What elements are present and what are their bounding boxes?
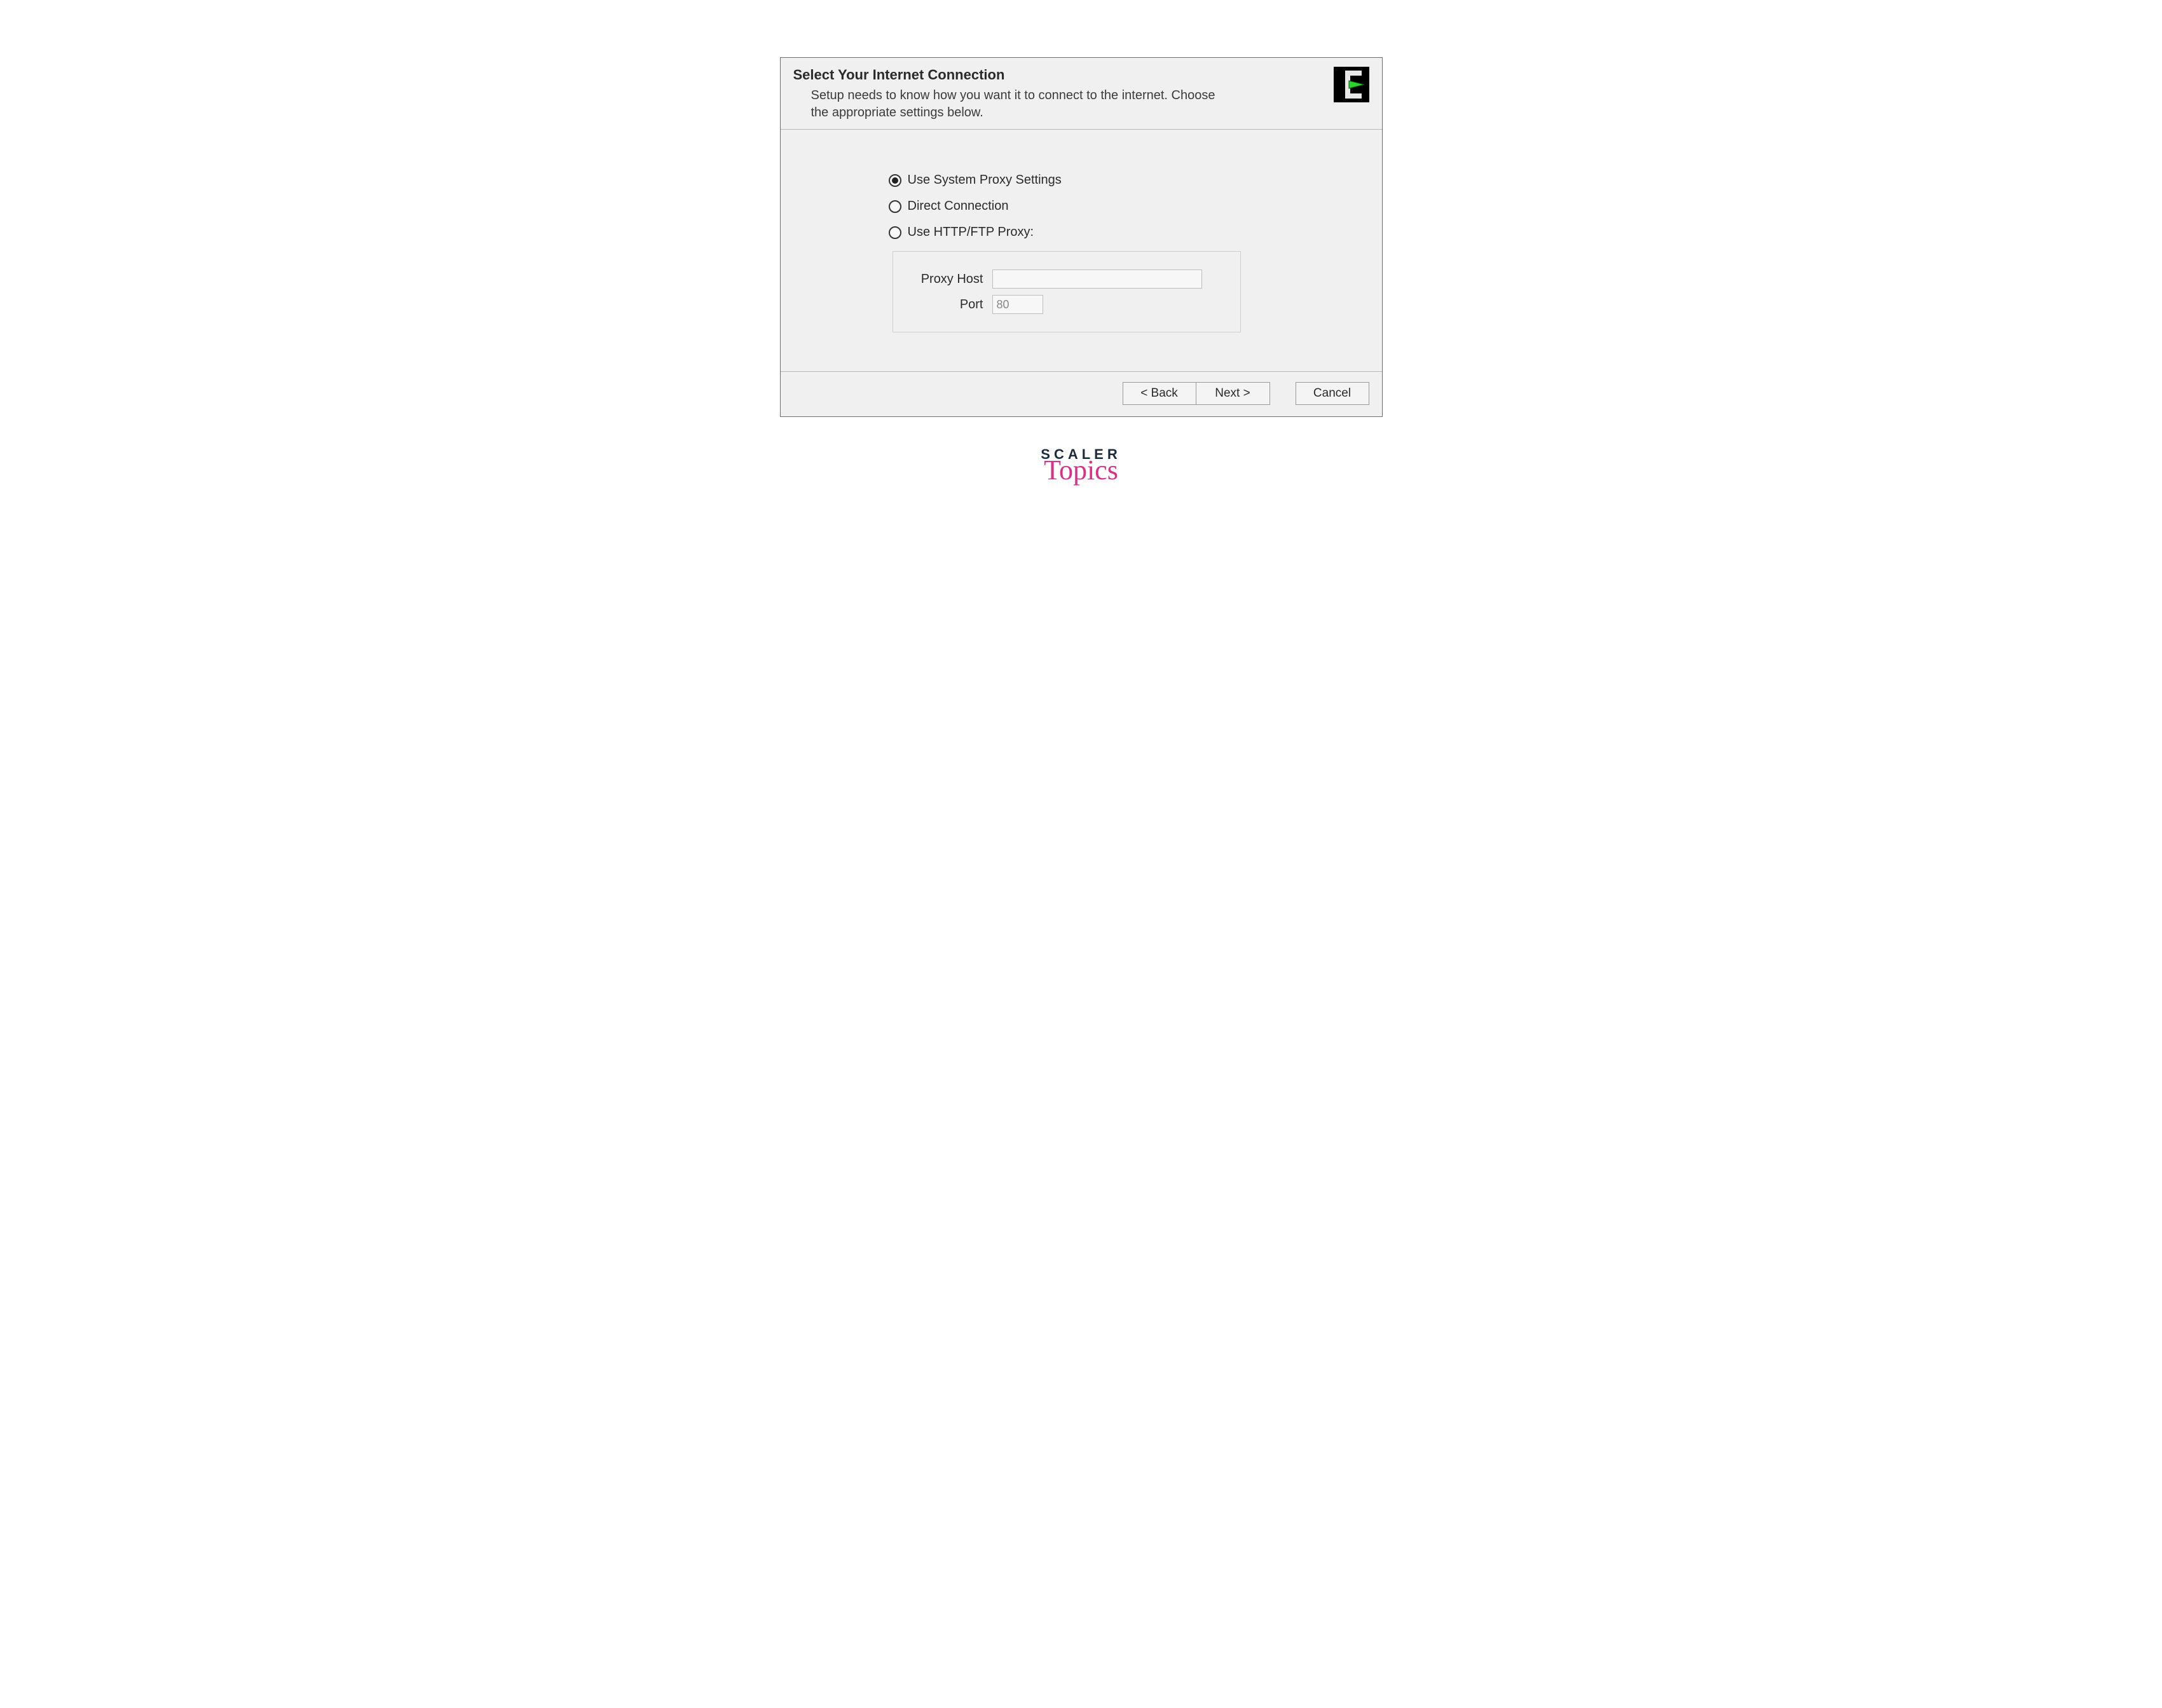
setup-dialog: Select Your Internet Connection Setup ne… xyxy=(780,57,1383,417)
proxy-host-input[interactable] xyxy=(992,270,1202,289)
proxy-settings-group: Proxy Host Port xyxy=(893,251,1241,332)
back-button[interactable]: < Back xyxy=(1123,382,1196,405)
dialog-description: Setup needs to know how you want it to c… xyxy=(811,87,1224,121)
dialog-header: Select Your Internet Connection Setup ne… xyxy=(781,58,1382,130)
radio-icon xyxy=(889,200,901,213)
dialog-footer: < Back Next > Cancel xyxy=(781,371,1382,416)
dialog-header-text: Select Your Internet Connection Setup ne… xyxy=(793,67,1326,121)
cancel-button[interactable]: Cancel xyxy=(1296,382,1369,405)
dialog-body: Use System Proxy Settings Direct Connect… xyxy=(781,130,1382,371)
radio-direct-connection[interactable]: Direct Connection xyxy=(889,199,1369,214)
proxy-port-row: Port xyxy=(907,295,1226,314)
watermark-line2: Topics xyxy=(1021,456,1142,484)
radio-label: Direct Connection xyxy=(908,199,1009,214)
radio-use-http-ftp-proxy[interactable]: Use HTTP/FTP Proxy: xyxy=(889,225,1369,240)
radio-icon xyxy=(889,226,901,239)
radio-label: Use HTTP/FTP Proxy: xyxy=(908,225,1034,240)
connection-options: Use System Proxy Settings Direct Connect… xyxy=(889,173,1369,332)
proxy-port-label: Port xyxy=(907,297,983,312)
radio-icon xyxy=(889,174,901,187)
cygwin-logo-icon xyxy=(1334,67,1369,102)
nav-button-group: < Back Next > xyxy=(1123,382,1270,405)
radio-use-system-proxy[interactable]: Use System Proxy Settings xyxy=(889,173,1369,188)
dialog-title: Select Your Internet Connection xyxy=(793,67,1326,83)
radio-label: Use System Proxy Settings xyxy=(908,173,1062,188)
next-button[interactable]: Next > xyxy=(1196,382,1270,405)
proxy-port-input[interactable] xyxy=(992,295,1043,314)
proxy-host-label: Proxy Host xyxy=(907,272,983,287)
scaler-topics-watermark: SCALER Topics xyxy=(1021,446,1142,484)
proxy-host-row: Proxy Host xyxy=(907,270,1226,289)
